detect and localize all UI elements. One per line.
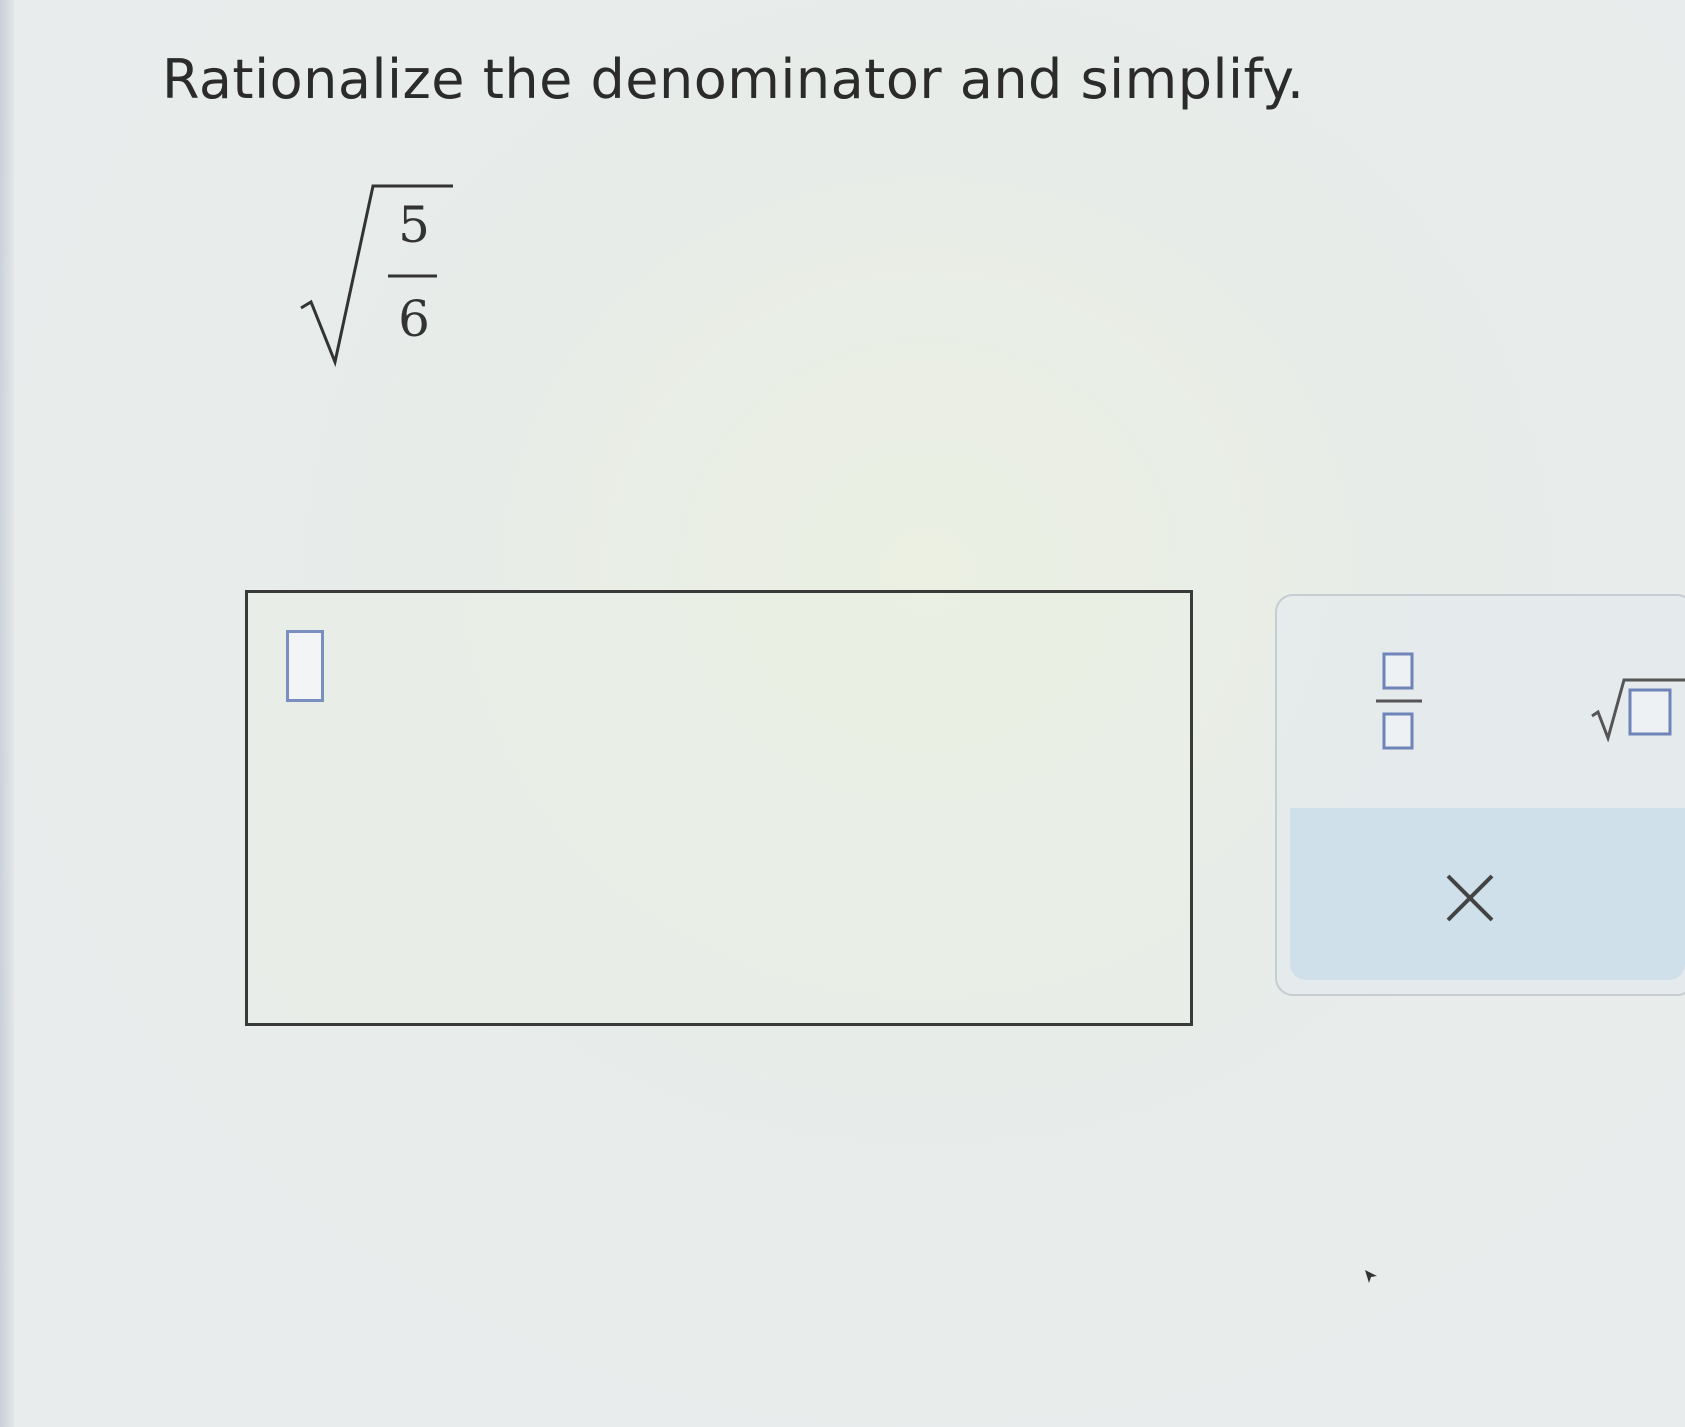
fraction-template-icon [1376, 652, 1422, 750]
fraction-denominator: 6 [398, 290, 430, 348]
fraction-numerator: 5 [398, 196, 430, 254]
sqrt-template-icon [1591, 678, 1685, 743]
question-prompt: Rationalize the denominator and simplify… [162, 48, 1305, 111]
answer-cursor-slot[interactable] [286, 630, 324, 702]
answer-input-area[interactable] [245, 590, 1193, 1026]
sqrt-button[interactable] [1590, 676, 1685, 743]
fraction-button[interactable] [1374, 648, 1424, 758]
close-icon [1446, 874, 1494, 922]
mouse-pointer-icon [1365, 1270, 1377, 1283]
clear-button[interactable] [1440, 868, 1500, 928]
